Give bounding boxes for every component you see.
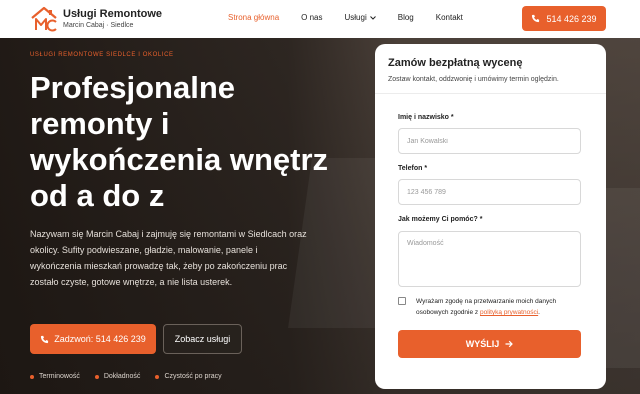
- phone-label: Telefon *: [398, 165, 428, 172]
- call-button[interactable]: Zadzwoń: 514 426 239: [30, 324, 156, 354]
- consent-text-end: .: [538, 309, 540, 316]
- arrow-right-icon: [505, 340, 514, 348]
- nav-item-about[interactable]: O nas: [301, 13, 322, 22]
- feature-label: Terminowość: [39, 373, 80, 380]
- house-logo-icon: [31, 6, 57, 32]
- site-header: Usługi Remontowe Marcin Cabaj · Siedlce …: [0, 0, 640, 38]
- submit-button[interactable]: WYŚLIJ: [398, 330, 581, 358]
- message-field[interactable]: [398, 231, 581, 287]
- hero-eyebrow: USŁUGI REMONTOWE SIEDLCE I OKOLICE: [30, 52, 174, 58]
- consent-row: Wyrażam zgodę na przetwarzanie moich dan…: [398, 296, 588, 318]
- phone-icon: [41, 335, 49, 343]
- logo[interactable]: Usługi Remontowe Marcin Cabaj · Siedlce: [30, 6, 162, 32]
- features-list: Terminowość Dokładność Czystość po pracy: [30, 373, 222, 380]
- name-field[interactable]: [398, 128, 581, 154]
- feature-label: Czystość po pracy: [164, 373, 222, 380]
- consent-checkbox[interactable]: [398, 297, 406, 305]
- phone-icon: [532, 14, 540, 23]
- see-services-button[interactable]: Zobacz usługi: [163, 324, 242, 354]
- header-phone-number: 514 426 239: [546, 13, 597, 24]
- chevron-down-icon: [369, 15, 376, 20]
- header-phone-button[interactable]: 514 426 239: [522, 6, 606, 31]
- bullet-dot-icon: [30, 374, 34, 379]
- form-subtitle: Zostaw kontakt, oddzwonię i umówimy term…: [388, 76, 559, 83]
- name-label: Imię i nazwisko *: [398, 114, 454, 121]
- nav-item-blog[interactable]: Blog: [398, 13, 414, 22]
- quote-form-card: Zamów bezpłatną wycenę Zostaw kontakt, o…: [375, 44, 606, 389]
- message-label: Jak możemy Ci pomóc? *: [398, 216, 483, 223]
- nav-item-contact[interactable]: Kontakt: [436, 13, 463, 22]
- phone-field[interactable]: [398, 179, 581, 205]
- form-title: Zamów bezpłatną wycenę: [388, 57, 523, 69]
- call-button-label: Zadzwoń: 514 426 239: [54, 334, 146, 344]
- privacy-policy-link[interactable]: polityką prywatności: [480, 309, 538, 316]
- feature-item: Dokładność: [94, 373, 141, 380]
- nav-item-services[interactable]: Usługi: [345, 13, 376, 22]
- brand-title: Usługi Remontowe: [63, 8, 163, 20]
- hero-description: Nazywam się Marcin Cabaj i zajmuję się r…: [30, 229, 307, 287]
- feature-item: Terminowość: [30, 373, 80, 380]
- main-nav: Strona główna O nas Usługi Blog Kontakt: [228, 13, 485, 22]
- nav-item-home[interactable]: Strona główna: [228, 13, 279, 22]
- bullet-dot-icon: [94, 374, 99, 379]
- nav-item-services-label: Usługi: [344, 13, 367, 22]
- feature-label: Dokładność: [103, 373, 141, 380]
- consent-text: Wyrażam zgodę na przetwarzanie moich dan…: [416, 296, 588, 318]
- bullet-dot-icon: [155, 374, 160, 379]
- brand-subtitle: Marcin Cabaj · Siedlce: [63, 22, 134, 29]
- submit-button-label: WYŚLIJ: [465, 339, 500, 349]
- hero-headline: Profesjonalne remonty i wykończenia wnęt…: [30, 70, 329, 213]
- feature-item: Czystość po pracy: [155, 373, 222, 380]
- form-divider: [375, 93, 606, 94]
